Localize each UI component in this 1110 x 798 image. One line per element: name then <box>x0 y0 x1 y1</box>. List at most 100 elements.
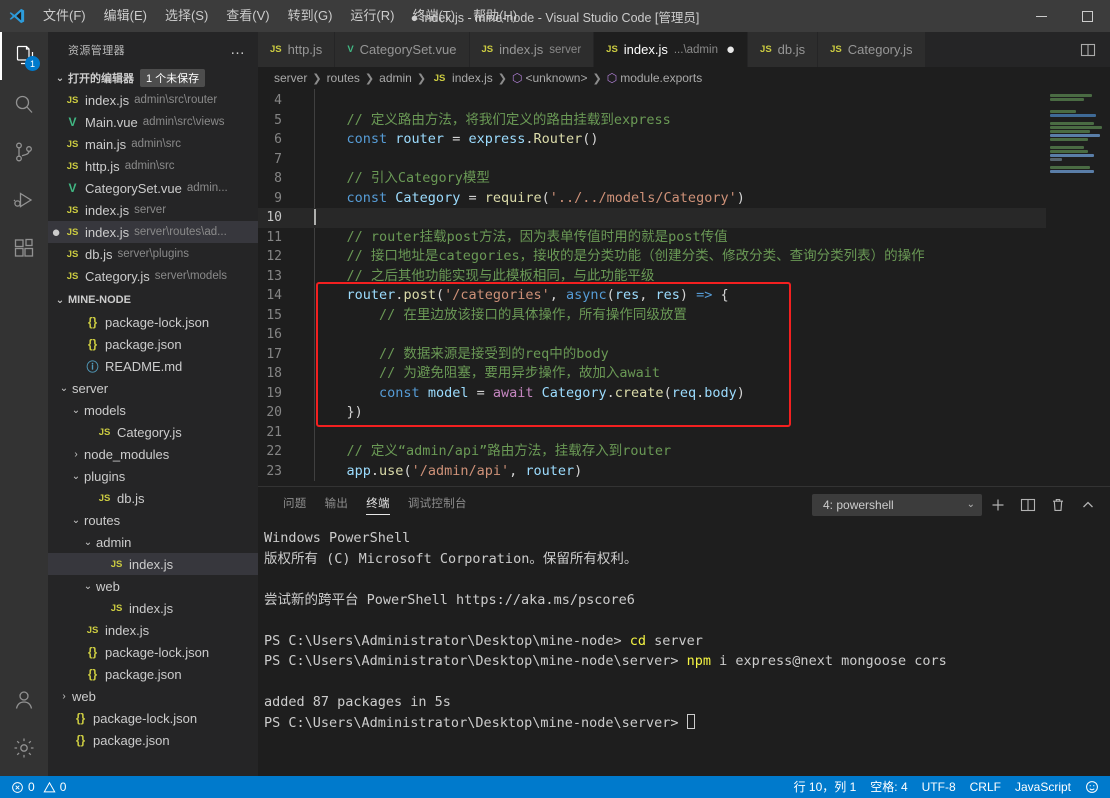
tree-folder[interactable]: ⌄ admin <box>48 531 258 553</box>
activity-settings[interactable] <box>0 724 48 772</box>
status-language[interactable]: JavaScript <box>1008 776 1078 798</box>
code-line[interactable]: 4 <box>258 91 1046 111</box>
menu-selection[interactable]: 选择(S) <box>156 0 217 32</box>
open-editor-item[interactable]: ● JS index.js server\routes\ad... <box>48 221 258 243</box>
editor-tab[interactable]: JS Category.js <box>818 32 926 67</box>
line-content[interactable]: // 定义“admin/api”路由方法，挂载存入到router <box>304 442 672 462</box>
code-line[interactable]: 11 // router挂载post方法，因为表单传值时用的就是post传值 <box>258 228 1046 248</box>
code-line[interactable]: 5 // 定义路由方法，将我们定义的路由挂载到express <box>258 111 1046 131</box>
code-line[interactable]: 22 // 定义“admin/api”路由方法，挂载存入到router <box>258 442 1046 462</box>
open-editor-item[interactable]: JS main.js admin\src <box>48 133 258 155</box>
code-line[interactable]: 20 }) <box>258 403 1046 423</box>
activity-explorer[interactable]: 1 <box>0 32 48 80</box>
tree-folder[interactable]: ⌄ plugins <box>48 465 258 487</box>
code-line[interactable]: 7 <box>258 150 1046 170</box>
tree-folder[interactable]: ⌄ server <box>48 377 258 399</box>
tree-folder[interactable]: › web <box>48 685 258 707</box>
breadcrumb-item-file[interactable]: index.js <box>452 71 493 85</box>
line-content[interactable]: // 为避免阻塞，要用异步操作，故加入await <box>304 364 660 384</box>
menu-help[interactable]: 帮助(H) <box>464 0 526 32</box>
panel-tab-output[interactable]: 输出 <box>316 487 358 522</box>
tree-file[interactable]: JS index.js <box>48 553 258 575</box>
open-editor-item[interactable]: JS index.js server <box>48 199 258 221</box>
code-line[interactable]: 14 router.post('/categories', async(res,… <box>258 286 1046 306</box>
tree-file[interactable]: {} package.json <box>48 663 258 685</box>
menu-view[interactable]: 查看(V) <box>217 0 278 32</box>
code-line[interactable]: 17 // 数据来源是接受到的req中的body <box>258 345 1046 365</box>
code-line[interactable]: 12 // 接口地址是categories，接收的是分类功能（创建分类、修改分类… <box>258 247 1046 267</box>
terminal-output[interactable]: Windows PowerShell 版权所有 (C) Microsoft Cor… <box>258 522 1110 776</box>
status-problems[interactable]: 0 0 <box>4 776 73 798</box>
editor-tab[interactable]: JS http.js <box>258 32 336 67</box>
code-lines[interactable]: 45 // 定义路由方法，将我们定义的路由挂载到express 6 const r… <box>258 89 1046 481</box>
line-content[interactable]: // 接口地址是categories，接收的是分类功能（创建分类、修改分类、查询… <box>304 247 925 267</box>
line-content[interactable]: // 引入Category模型 <box>304 169 490 189</box>
editor-tab[interactable]: V CategorySet.vue <box>335 32 470 67</box>
status-eol[interactable]: CRLF <box>963 776 1008 798</box>
tree-file[interactable]: {} package-lock.json <box>48 641 258 663</box>
line-content[interactable]: // 在里边放该接口的具体操作，所有操作同级放置 <box>304 306 687 326</box>
line-content[interactable]: router.post('/categories', async(res, re… <box>304 286 729 306</box>
line-content[interactable]: // 数据来源是接受到的req中的body <box>304 345 609 365</box>
open-editor-item[interactable]: V Main.vue admin\src\views <box>48 111 258 133</box>
tree-folder[interactable]: ⌄ models <box>48 399 258 421</box>
project-section-header[interactable]: ⌄ MINE-NODE <box>48 289 258 311</box>
tree-file[interactable]: JS db.js <box>48 487 258 509</box>
collapse-panel-icon[interactable] <box>1074 491 1102 519</box>
minimap[interactable] <box>1046 89 1110 486</box>
line-content[interactable]: // router挂载post方法，因为表单传值时用的就是post传值 <box>304 228 728 248</box>
code-editor[interactable]: 45 // 定义路由方法，将我们定义的路由挂载到express 6 const r… <box>258 89 1110 486</box>
tree-file[interactable]: JS Category.js <box>48 421 258 443</box>
tree-file[interactable]: {} package.json <box>48 333 258 355</box>
code-line[interactable]: 6 const router = express.Router() <box>258 130 1046 150</box>
activity-accounts[interactable] <box>0 676 48 724</box>
code-line[interactable]: 21 <box>258 423 1046 443</box>
tree-folder[interactable]: ⌄ routes <box>48 509 258 531</box>
code-line[interactable]: 8 // 引入Category模型 <box>258 169 1046 189</box>
open-editor-item[interactable]: JS Category.js server\models <box>48 265 258 287</box>
menu-bar[interactable]: 文件(F) 编辑(E) 选择(S) 查看(V) 转到(G) 运行(R) 终端(T… <box>34 0 526 32</box>
menu-edit[interactable]: 编辑(E) <box>95 0 156 32</box>
activity-source-control[interactable] <box>0 128 48 176</box>
menu-terminal[interactable]: 终端(T) <box>403 0 464 32</box>
panel-tab-problems[interactable]: 问题 <box>274 487 316 522</box>
line-content[interactable]: const model = await Category.create(req.… <box>304 384 745 404</box>
menu-run[interactable]: 运行(R) <box>341 0 403 32</box>
open-editor-item[interactable]: JS http.js admin\src <box>48 155 258 177</box>
code-line[interactable]: 10 <box>258 208 1046 228</box>
split-editor-icon[interactable] <box>1074 32 1102 67</box>
tree-file[interactable]: JS index.js <box>48 597 258 619</box>
breadcrumb-item-module-exports[interactable]: module.exports <box>620 71 702 85</box>
breadcrumb-item-server[interactable]: server <box>274 71 307 85</box>
activity-run-debug[interactable] <box>0 176 48 224</box>
panel-tab-terminal[interactable]: 终端 <box>357 487 399 522</box>
open-editor-item[interactable]: V CategorySet.vue admin... <box>48 177 258 199</box>
tree-file[interactable]: {} package.json <box>48 729 258 751</box>
editor-tab[interactable]: JS index.js server <box>469 32 595 67</box>
open-editor-item[interactable]: JS index.js admin\src\router <box>48 89 258 111</box>
minimize-button[interactable] <box>1018 0 1064 32</box>
breadcrumb-item-routes[interactable]: routes <box>327 71 360 85</box>
maximize-button[interactable] <box>1064 0 1110 32</box>
code-line[interactable]: 19 const model = await Category.create(r… <box>258 384 1046 404</box>
code-scroll-area[interactable]: 45 // 定义路由方法，将我们定义的路由挂载到express 6 const r… <box>258 89 1046 486</box>
line-content[interactable] <box>304 208 316 228</box>
tree-file[interactable]: {} package-lock.json <box>48 311 258 333</box>
window-controls[interactable] <box>1018 0 1110 32</box>
code-line[interactable]: 13 // 之后其他功能实现与此模板相同，与此功能平级 <box>258 267 1046 287</box>
editor-tab[interactable]: JS db.js <box>748 32 819 67</box>
open-editor-item[interactable]: JS db.js server\plugins <box>48 243 258 265</box>
tab-dirty-dot-icon[interactable]: ● <box>726 42 735 57</box>
menu-go[interactable]: 转到(G) <box>279 0 342 32</box>
activity-extensions[interactable] <box>0 224 48 272</box>
status-cursor-position[interactable]: 行 10，列 1 <box>787 776 864 798</box>
sidebar-more-icon[interactable]: … <box>230 41 246 58</box>
line-content[interactable]: const router = express.Router() <box>304 130 599 150</box>
breadcrumb-item-admin[interactable]: admin <box>379 71 412 85</box>
tree-folder[interactable]: ⌄ web <box>48 575 258 597</box>
code-line[interactable]: 16 <box>258 325 1046 345</box>
line-content[interactable]: const Category = require('../../models/C… <box>304 189 745 209</box>
menu-file[interactable]: 文件(F) <box>34 0 95 32</box>
new-terminal-icon[interactable] <box>984 491 1012 519</box>
line-content[interactable]: // 定义路由方法，将我们定义的路由挂载到express <box>304 111 671 131</box>
